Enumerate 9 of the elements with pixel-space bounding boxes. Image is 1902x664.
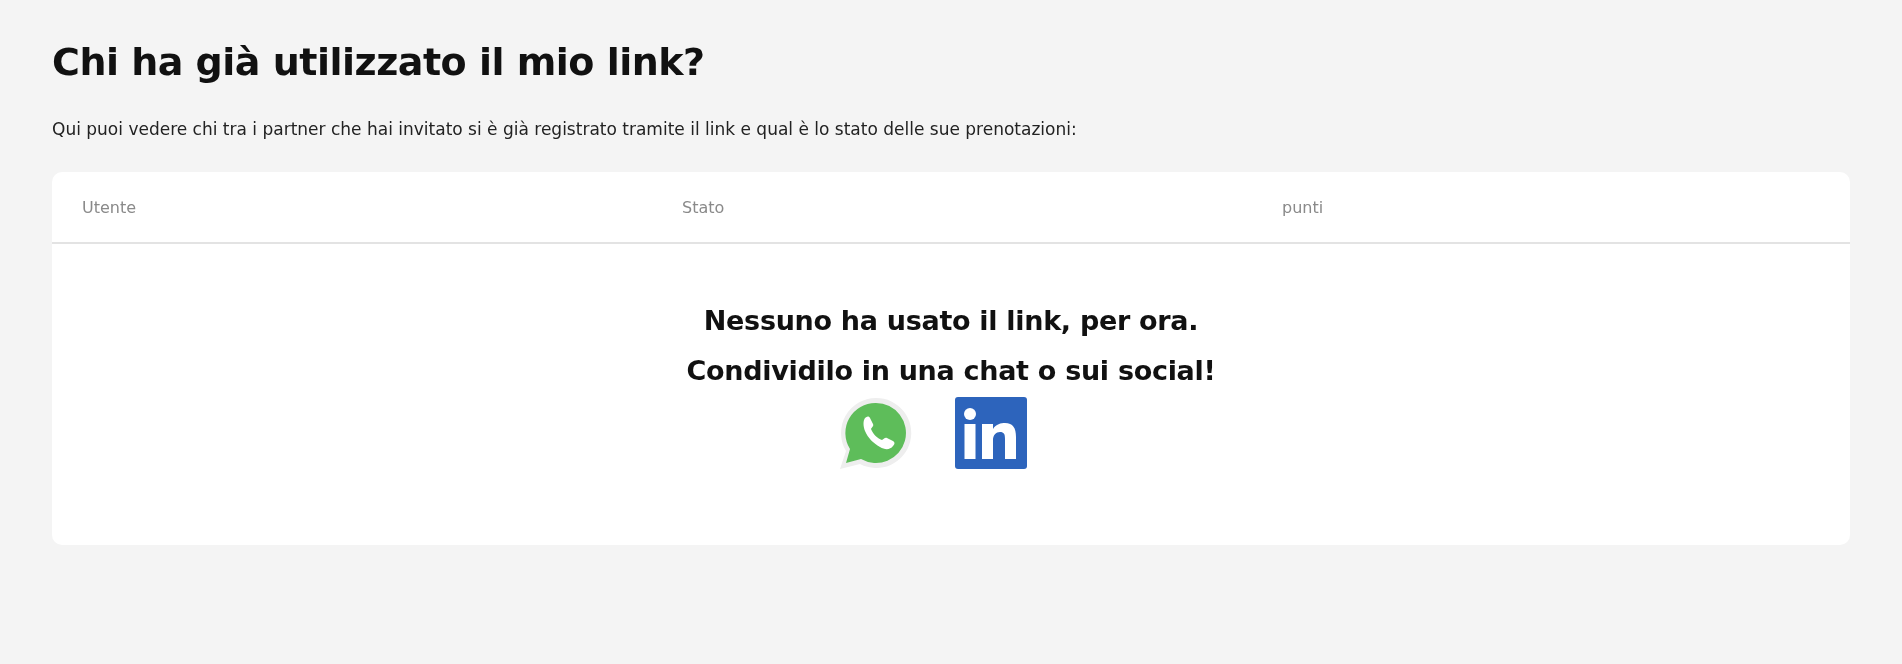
intro-text: Qui puoi vedere chi tra i partner che hai invitato si è già registrato tramite il link e qual è lo stato delle sue prenotazioni: bbox=[52, 118, 1078, 141]
linkedin-share-link[interactable] bbox=[955, 397, 1027, 469]
column-header: Stato bbox=[682, 197, 725, 217]
empty-message: Nessuno ha usato il link, per ora. bbox=[703, 304, 1199, 338]
empty-message: Condividilo in una chat o sui social! bbox=[686, 354, 1216, 388]
column-header: punti bbox=[1282, 197, 1324, 217]
column-header: Utente bbox=[82, 197, 137, 217]
linkedin-icon bbox=[955, 397, 1027, 469]
page-title: Chi ha già utilizzato il mio link? bbox=[52, 39, 706, 86]
